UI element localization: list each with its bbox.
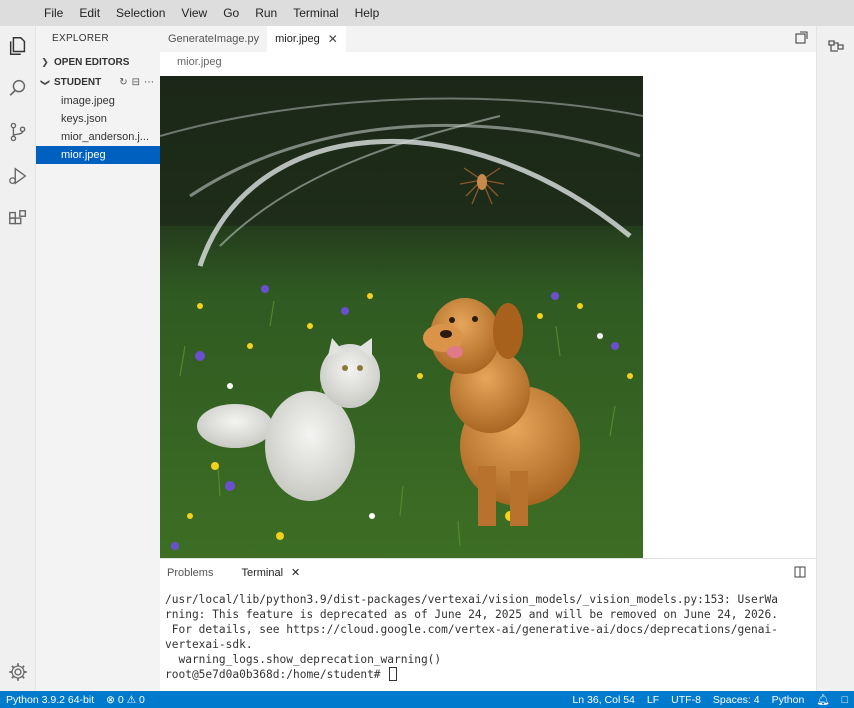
menu-selection[interactable]: Selection	[108, 0, 173, 26]
open-editors-section[interactable]: ❯ OPEN EDITORS	[36, 52, 160, 72]
file-item-selected[interactable]: mior.jpeg	[36, 146, 160, 164]
image-preview	[160, 76, 643, 558]
warning-count: 0	[139, 693, 145, 706]
search-icon[interactable]	[0, 68, 36, 108]
menu-edit[interactable]: Edit	[71, 0, 108, 26]
source-control-icon[interactable]	[0, 112, 36, 152]
status-bar: Python 3.9.2 64-bit ⊗ 0 ⚠ 0 Ln 36, Col 5…	[0, 691, 854, 708]
terminal-line: vertexai-sdk.	[165, 638, 253, 651]
explorer-sidebar: EXPLORER ❯ OPEN EDITORS ❯ STUDENT ↻ ⊟ ⋯ …	[36, 26, 160, 691]
terminal-output[interactable]: /usr/local/lib/python3.9/dist-packages/v…	[160, 587, 816, 682]
folder-label: STUDENT	[54, 76, 102, 88]
menu-go[interactable]: Go	[215, 0, 247, 26]
extensions-icon[interactable]	[0, 199, 36, 239]
eol[interactable]: LF	[641, 694, 665, 706]
breadcrumb[interactable]: mior.jpeg	[160, 52, 816, 74]
terminal-line: rning: This feature is deprecated as of …	[165, 608, 778, 621]
collapse-all-icon[interactable]: ⊟	[132, 77, 140, 88]
tab-label: GenerateImage.py	[168, 33, 260, 45]
layout-toggle-icon[interactable]: □	[836, 694, 854, 706]
menu-view[interactable]: View	[173, 0, 215, 26]
explorer-title: EXPLORER	[52, 33, 109, 44]
close-icon[interactable]: ✕	[328, 26, 338, 52]
maximize-panel-icon[interactable]	[794, 566, 806, 581]
open-changes-icon[interactable]	[794, 31, 808, 48]
python-interpreter[interactable]: Python 3.9.2 64-bit	[0, 694, 100, 706]
image-preview-area	[160, 74, 816, 558]
notifications-icon[interactable]: 🔔︎	[810, 693, 835, 706]
cursor-position[interactable]: Ln 36, Col 54	[566, 694, 640, 706]
terminal-cursor	[389, 667, 398, 681]
layout-icon[interactable]	[826, 36, 846, 59]
file-item[interactable]: keys.json	[36, 110, 160, 128]
cat-dog-meadow-image	[160, 76, 643, 558]
menu-terminal[interactable]: Terminal	[285, 0, 346, 26]
activity-bar	[0, 26, 36, 691]
close-icon[interactable]: ✕	[291, 567, 300, 579]
explorer-icon[interactable]	[0, 26, 36, 66]
error-icon: ⊗	[106, 693, 115, 706]
terminal-line: warning_logs.show_deprecation_warning()	[165, 653, 442, 666]
menu-file[interactable]: File	[36, 0, 71, 26]
open-editors-label: OPEN EDITORS	[54, 56, 130, 68]
terminal-prompt: root@5e7d0a0b368d:/home/student#	[165, 668, 388, 681]
indentation[interactable]: Spaces: 4	[707, 694, 766, 706]
file-item[interactable]: image.jpeg	[36, 92, 160, 110]
tab-label: mior.jpeg	[275, 33, 320, 45]
problems-count[interactable]: ⊗ 0 ⚠ 0	[100, 694, 151, 706]
more-actions-icon[interactable]: ⋯	[144, 77, 154, 88]
menu-help[interactable]: Help	[347, 0, 388, 26]
tab-terminal[interactable]: Terminal ✕	[241, 559, 300, 587]
menu-run[interactable]: Run	[247, 0, 285, 26]
settings-gear-icon[interactable]	[0, 652, 36, 692]
terminal-line: For details, see https://cloud.google.co…	[165, 623, 778, 636]
tab-generateimage[interactable]: GenerateImage.py	[160, 26, 267, 52]
bottom-panel: Problems Terminal ✕ /usr/local/lib/python…	[160, 558, 816, 691]
folder-section[interactable]: ❯ STUDENT ↻ ⊟ ⋯	[36, 72, 160, 92]
secondary-bar	[816, 26, 854, 691]
tab-problems[interactable]: Problems	[167, 559, 213, 587]
menu-bar: File Edit Selection View Go Run Terminal…	[0, 0, 854, 26]
file-item[interactable]: mior_anderson.j...	[36, 128, 160, 146]
chevron-right-icon: ❯	[41, 56, 49, 67]
chevron-down-icon: ❯	[40, 78, 51, 86]
language-mode[interactable]: Python	[766, 694, 811, 706]
terminal-line: /usr/local/lib/python3.9/dist-packages/v…	[165, 593, 778, 606]
tab-terminal-label: Terminal	[241, 567, 284, 579]
encoding[interactable]: UTF-8	[665, 694, 707, 706]
warning-icon: ⚠	[126, 693, 137, 706]
error-count: 0	[117, 693, 124, 706]
refresh-icon[interactable]: ↻	[119, 77, 127, 88]
tab-mior-jpeg[interactable]: mior.jpeg ✕	[267, 26, 346, 52]
editor-tabs: GenerateImage.py mior.jpeg ✕	[160, 26, 816, 52]
run-debug-icon[interactable]	[0, 156, 36, 196]
